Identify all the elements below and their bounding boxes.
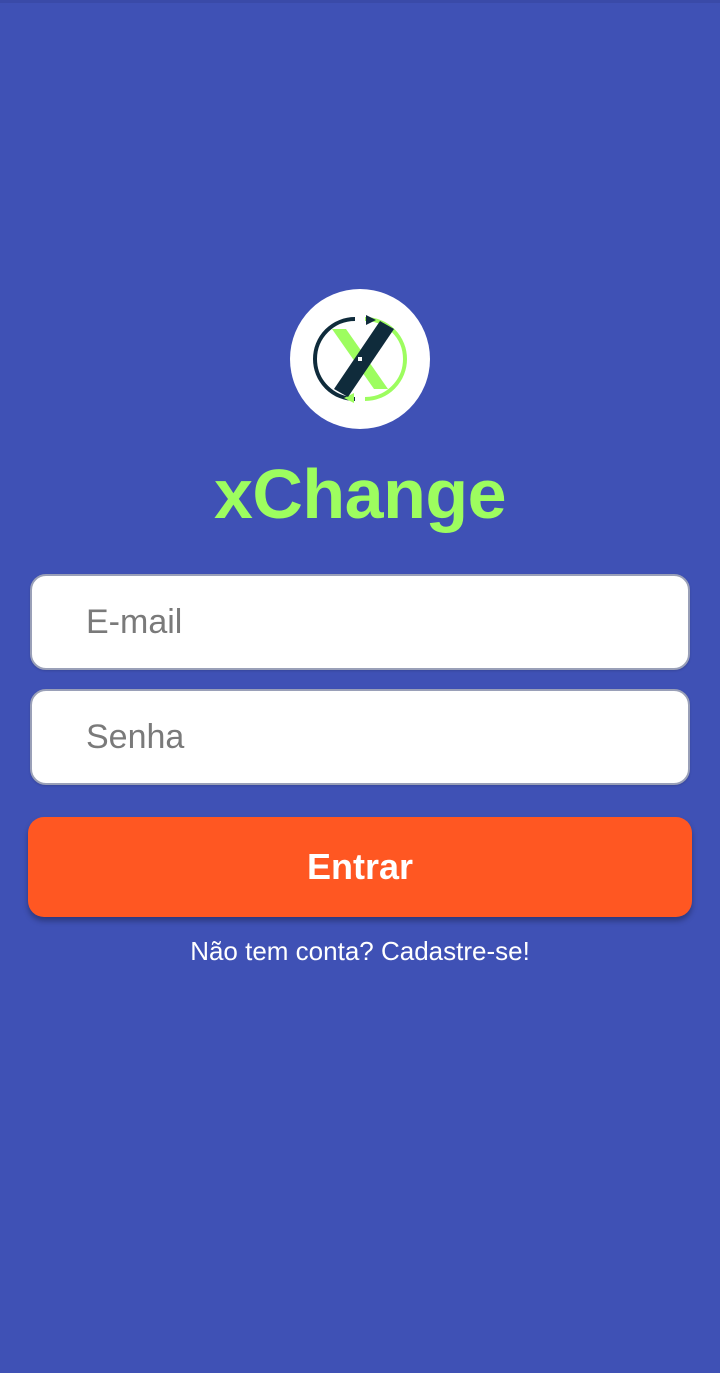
password-input[interactable] bbox=[32, 691, 688, 783]
email-field[interactable] bbox=[30, 574, 690, 670]
signup-link[interactable]: Não tem conta? Cadastre-se! bbox=[0, 931, 720, 971]
status-bar-edge bbox=[0, 0, 720, 3]
xchange-logo-icon bbox=[313, 315, 407, 403]
app-title: xChange bbox=[213, 455, 507, 533]
login-button[interactable]: Entrar bbox=[28, 817, 692, 917]
password-field[interactable] bbox=[30, 689, 690, 785]
email-input[interactable] bbox=[32, 576, 688, 668]
app-logo bbox=[290, 289, 430, 429]
